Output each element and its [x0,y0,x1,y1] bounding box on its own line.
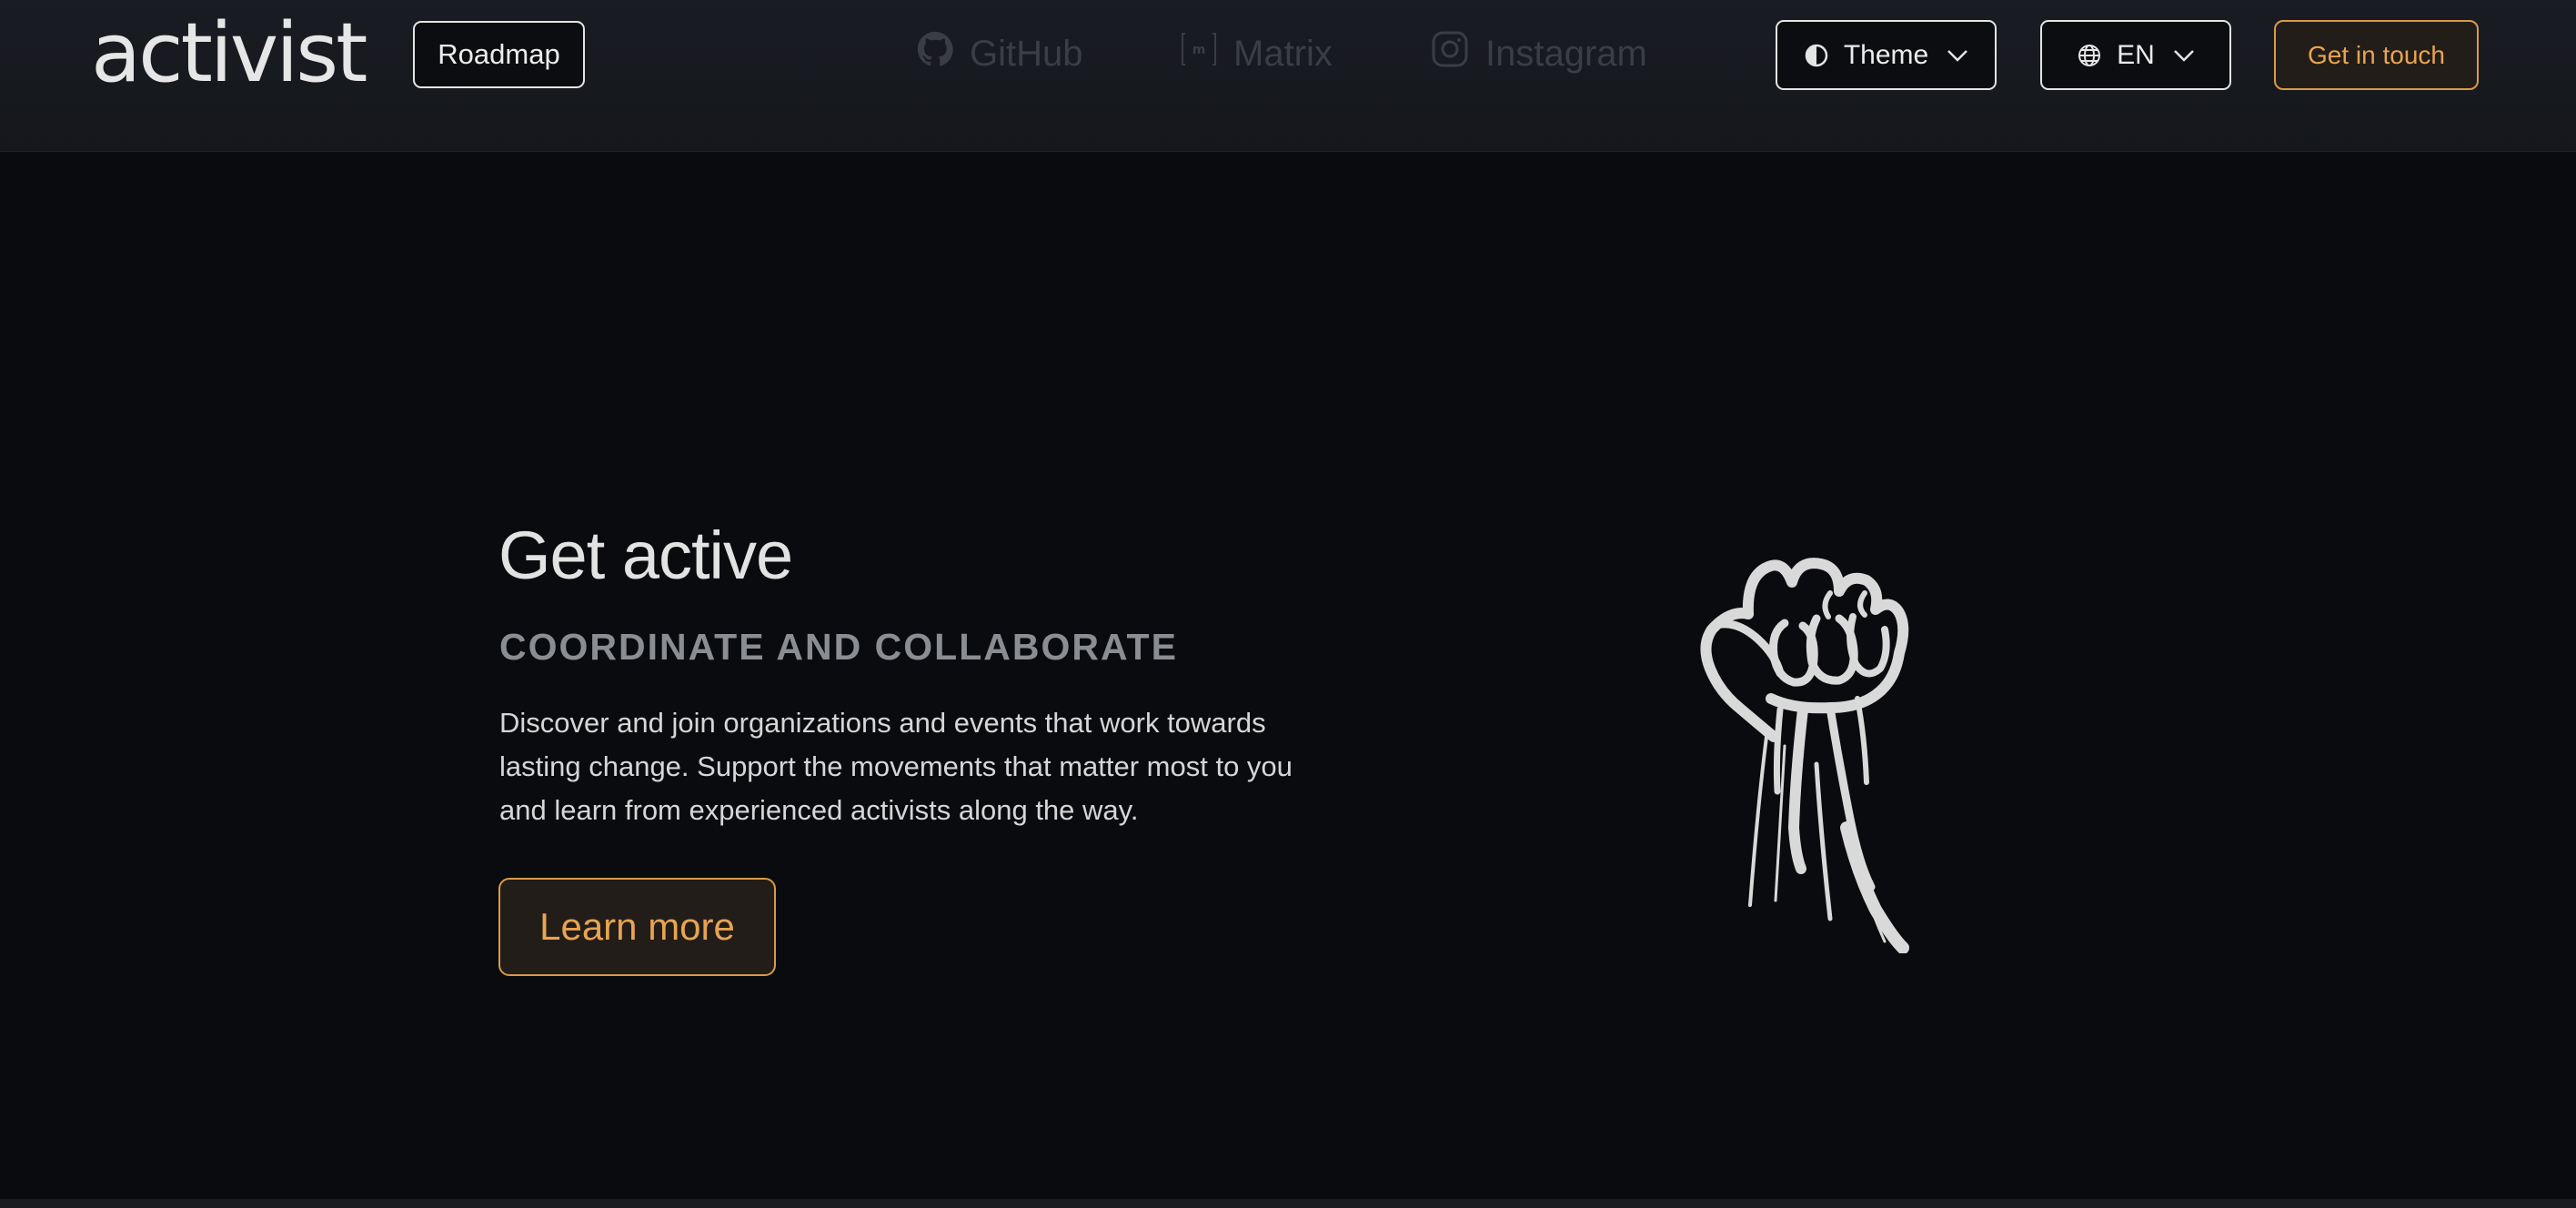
learn-more-button[interactable]: Learn more [498,878,776,976]
instagram-icon [1431,30,1485,77]
chevron-down-icon [2173,49,2195,62]
theme-dropdown[interactable]: Theme [1776,20,1997,90]
roadmap-label: Roadmap [438,38,560,70]
site-header: activist Roadmap GitHub m Matrix Instagr… [0,0,2576,152]
language-dropdown[interactable]: EN [2040,20,2231,90]
activist-logo[interactable]: activist [91,13,367,95]
hero-title: Get active [498,518,793,593]
theme-label: Theme [1843,39,1929,70]
get-in-touch-button[interactable]: Get in touch [2274,20,2479,90]
hero-description: Discover and join organizations and even… [499,707,1293,826]
instagram-label: Instagram [1485,33,1647,74]
hero-subtitle: COORDINATE AND COLLABORATE [499,626,1178,668]
get-in-touch-label: Get in touch [2308,40,2445,69]
language-label: EN [2117,39,2155,70]
learn-more-label: Learn more [539,905,735,948]
github-link[interactable]: GitHub [917,27,1083,80]
footer-divider [0,1199,2576,1208]
matrix-icon: m [1181,31,1233,76]
github-label: GitHub [970,33,1083,74]
roadmap-button[interactable]: Roadmap [413,21,585,88]
chevron-down-icon [1947,49,1968,62]
instagram-link[interactable]: Instagram [1431,27,1647,80]
matrix-link[interactable]: m Matrix [1181,27,1333,80]
matrix-label: Matrix [1233,33,1333,74]
globe-icon [2077,43,2102,68]
github-icon [917,31,970,76]
contrast-icon [1804,43,1829,68]
raised-fist-icon [1694,555,1923,954]
svg-text:m: m [1192,43,1206,57]
